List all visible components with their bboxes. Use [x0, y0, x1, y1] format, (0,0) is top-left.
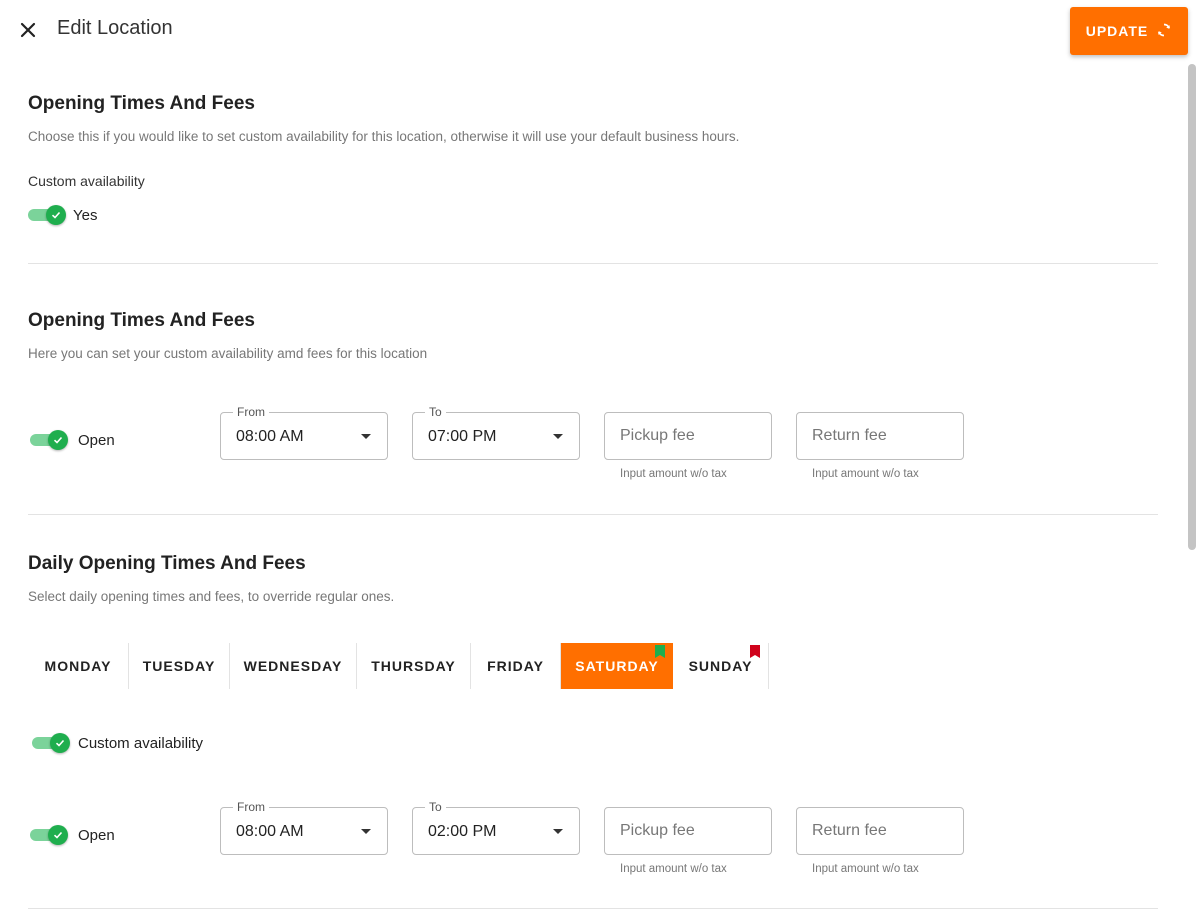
day-tabs: MONDAY TUESDAY WEDNESDAY THURSDAY FRIDAY…: [28, 643, 769, 689]
daily-return-fee-field: [796, 807, 964, 855]
close-icon[interactable]: [16, 18, 40, 42]
to-time-value: 02:00 PM: [428, 823, 497, 840]
daily-pickup-fee-input[interactable]: [605, 808, 771, 854]
caret-down-icon: [553, 434, 563, 439]
daily-pickup-fee-helper: Input amount w/o tax: [620, 863, 727, 875]
daily-return-fee-input[interactable]: [797, 808, 963, 854]
custom-availability-toggle[interactable]: [28, 205, 66, 225]
from-legend: From: [233, 800, 269, 814]
daily-pickup-fee-field: [604, 807, 772, 855]
tab-label: WEDNESDAY: [243, 658, 343, 674]
to-legend: To: [425, 800, 446, 814]
divider: [28, 908, 1158, 909]
daily-from-time-select[interactable]: From 08:00 AM: [220, 800, 388, 855]
section-title-opening-times: Opening Times And Fees: [28, 310, 255, 331]
check-icon: [50, 733, 70, 753]
from-time-value: 08:00 AM: [236, 823, 304, 840]
tab-label: SATURDAY: [575, 658, 659, 674]
tab-monday[interactable]: MONDAY: [28, 643, 129, 689]
section-title-daily: Daily Opening Times And Fees: [28, 553, 306, 574]
page-title: Edit Location: [57, 17, 173, 39]
tab-label: TUESDAY: [142, 658, 216, 674]
update-button[interactable]: UPDATE: [1070, 7, 1188, 55]
tab-sunday[interactable]: SUNDAY: [673, 643, 769, 689]
open-toggle[interactable]: [30, 430, 68, 450]
tab-label: FRIDAY: [487, 658, 544, 674]
check-icon: [48, 430, 68, 450]
sync-icon: [1156, 22, 1172, 41]
return-fee-input[interactable]: [797, 413, 963, 459]
caret-down-icon: [361, 829, 371, 834]
top-bar: Edit Location UPDATE: [0, 0, 1200, 62]
tab-thursday[interactable]: THURSDAY: [357, 643, 471, 689]
check-icon: [46, 205, 66, 225]
daily-to-time-select[interactable]: To 02:00 PM: [412, 800, 580, 855]
tab-friday[interactable]: FRIDAY: [471, 643, 561, 689]
bookmark-flag-icon: [655, 645, 665, 658]
caret-down-icon: [361, 434, 371, 439]
section-title-custom-availability: Opening Times And Fees: [28, 93, 255, 114]
custom-availability-label: Custom availability: [28, 173, 145, 189]
from-time-select[interactable]: From 08:00 AM: [220, 405, 388, 460]
custom-availability-value: Yes: [73, 207, 98, 224]
return-fee-helper: Input amount w/o tax: [812, 468, 919, 480]
section-description: Select daily opening times and fees, to …: [28, 589, 395, 604]
daily-open-toggle[interactable]: [30, 825, 68, 845]
tab-wednesday[interactable]: WEDNESDAY: [230, 643, 357, 689]
to-legend: To: [425, 405, 446, 419]
caret-down-icon: [553, 829, 563, 834]
tab-label: THURSDAY: [371, 658, 456, 674]
pickup-fee-field: [604, 412, 772, 460]
divider: [28, 263, 1158, 264]
update-button-label: UPDATE: [1085, 23, 1149, 39]
daily-open-label: Open: [78, 827, 115, 844]
open-label: Open: [78, 432, 115, 449]
daily-return-fee-helper: Input amount w/o tax: [812, 863, 919, 875]
scrollbar-thumb[interactable]: [1188, 64, 1196, 550]
section-description: Choose this if you would like to set cus…: [28, 129, 740, 144]
section-description: Here you can set your custom availabilit…: [28, 346, 428, 361]
tab-label: SUNDAY: [688, 658, 753, 674]
tab-saturday[interactable]: SATURDAY: [561, 643, 673, 689]
divider: [28, 514, 1158, 515]
daily-custom-availability-label: Custom availability: [78, 735, 204, 752]
return-fee-field: [796, 412, 964, 460]
pickup-fee-helper: Input amount w/o tax: [620, 468, 727, 480]
pickup-fee-input[interactable]: [605, 413, 771, 459]
tab-tuesday[interactable]: TUESDAY: [129, 643, 230, 689]
bookmark-flag-icon: [750, 645, 760, 658]
to-time-value: 07:00 PM: [428, 428, 497, 445]
to-time-select[interactable]: To 07:00 PM: [412, 405, 580, 460]
from-time-value: 08:00 AM: [236, 428, 304, 445]
check-icon: [48, 825, 68, 845]
from-legend: From: [233, 405, 269, 419]
daily-custom-availability-toggle[interactable]: [32, 733, 70, 753]
tab-label: MONDAY: [44, 658, 112, 674]
